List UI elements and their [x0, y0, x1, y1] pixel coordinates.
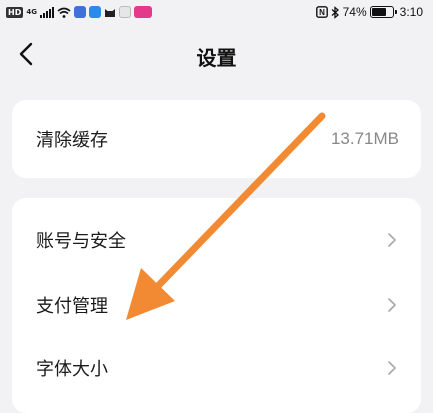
settings-item-account-security[interactable]: 账号与安全 — [12, 208, 421, 272]
cache-size-value: 13.71MB — [330, 129, 399, 148]
status-left: HD 4G — [6, 6, 152, 18]
bluetooth-icon — [331, 5, 339, 19]
settings-item-label: 支付管理 — [36, 296, 108, 317]
settings-list-card: 账号与安全 支付管理 字体大小 — [12, 198, 421, 413]
cache-card: 清除缓存 13.71MB — [12, 100, 421, 178]
settings-item-label: 字体大小 — [36, 359, 108, 380]
network-type: 4G — [26, 7, 37, 16]
app-notification-icon — [118, 6, 131, 18]
chevron-right-icon — [385, 359, 399, 377]
cat-app-icon — [104, 9, 115, 17]
chevron-right-icon — [385, 231, 399, 249]
settings-item-label: 账号与安全 — [36, 231, 126, 252]
settings-item-font-size[interactable]: 字体大小 — [12, 336, 421, 400]
app-notification-icon — [73, 6, 86, 18]
status-bar: HD 4G N 74% 3:10 — [0, 0, 433, 24]
clear-cache-label: 清除缓存 — [36, 130, 108, 151]
app-notification-icon — [133, 6, 152, 18]
nfc-icon: N — [315, 6, 328, 18]
hd-badge: HD — [6, 6, 24, 18]
status-right: N 74% 3:10 — [315, 5, 423, 19]
chevron-right-icon — [385, 296, 399, 314]
wifi-icon — [57, 7, 71, 18]
header: 设置 — [0, 28, 433, 82]
cell-signal-icon — [39, 6, 54, 18]
settings-item-payment-management[interactable]: 支付管理 — [12, 273, 421, 337]
battery-icon — [369, 6, 397, 18]
battery-percent: 74% — [342, 5, 367, 19]
page-title: 设置 — [196, 46, 237, 70]
app-notification-icon — [88, 6, 101, 18]
clear-cache-row[interactable]: 清除缓存 13.71MB — [12, 107, 421, 171]
battery-level — [371, 8, 387, 16]
clock: 3:10 — [399, 5, 423, 19]
svg-text:N: N — [319, 8, 325, 17]
